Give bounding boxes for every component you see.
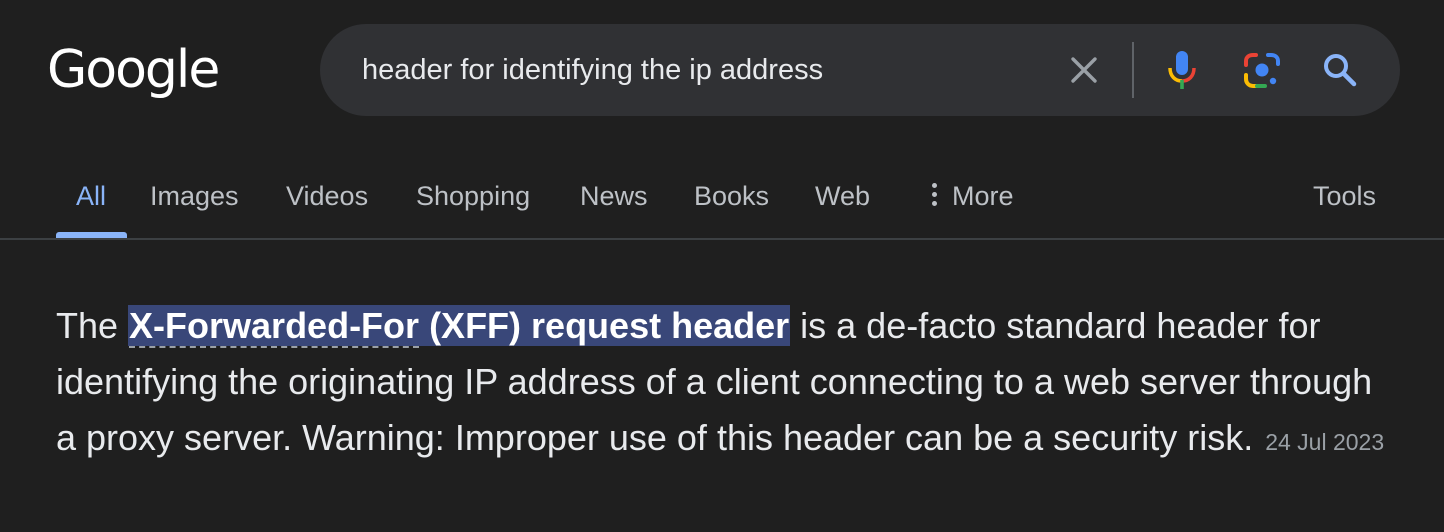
tab-books[interactable]: Books [694, 178, 769, 214]
snippet-date: 24 Jul 2023 [1265, 429, 1385, 455]
featured-snippet: The X-Forwarded-For (XFF) request header… [56, 298, 1396, 470]
microphone-icon [1168, 51, 1196, 89]
tab-news[interactable]: News [580, 178, 648, 214]
search-box[interactable] [320, 24, 1400, 116]
search-icon [1324, 54, 1357, 87]
voice-search-button[interactable] [1156, 44, 1208, 96]
tab-videos[interactable]: Videos [286, 178, 368, 214]
search-tabs: All Images Videos Shopping News Books We… [0, 160, 1444, 238]
close-icon [1071, 57, 1097, 83]
tabs-divider [0, 238, 1444, 240]
search-button[interactable] [1314, 44, 1366, 96]
lens-search-button[interactable] [1236, 44, 1288, 96]
snippet-highlight-rest: (XFF) request header [419, 305, 790, 346]
search-results-page: Google header for identifying the ip add… [0, 0, 1444, 532]
search-divider [1132, 42, 1134, 98]
search-input[interactable] [362, 50, 1042, 90]
more-vert-icon [932, 182, 938, 207]
snippet-highlight: X-Forwarded-For (XFF) request header [128, 305, 791, 348]
tab-images[interactable]: Images [150, 178, 239, 214]
tools-button[interactable]: Tools [1313, 178, 1376, 214]
snippet-term-link[interactable]: X-Forwarded-For [129, 305, 420, 348]
google-logo[interactable]: Google [47, 38, 220, 102]
tab-web[interactable]: Web [815, 178, 870, 214]
tab-more-label: More [952, 181, 1014, 211]
snippet-prefix: The [56, 305, 129, 346]
clear-search-button[interactable] [1058, 44, 1110, 96]
camera-lens-icon [1244, 53, 1280, 88]
tab-all[interactable]: All [76, 178, 106, 214]
tab-shopping[interactable]: Shopping [416, 178, 530, 214]
tab-more[interactable]: More [932, 178, 1014, 214]
